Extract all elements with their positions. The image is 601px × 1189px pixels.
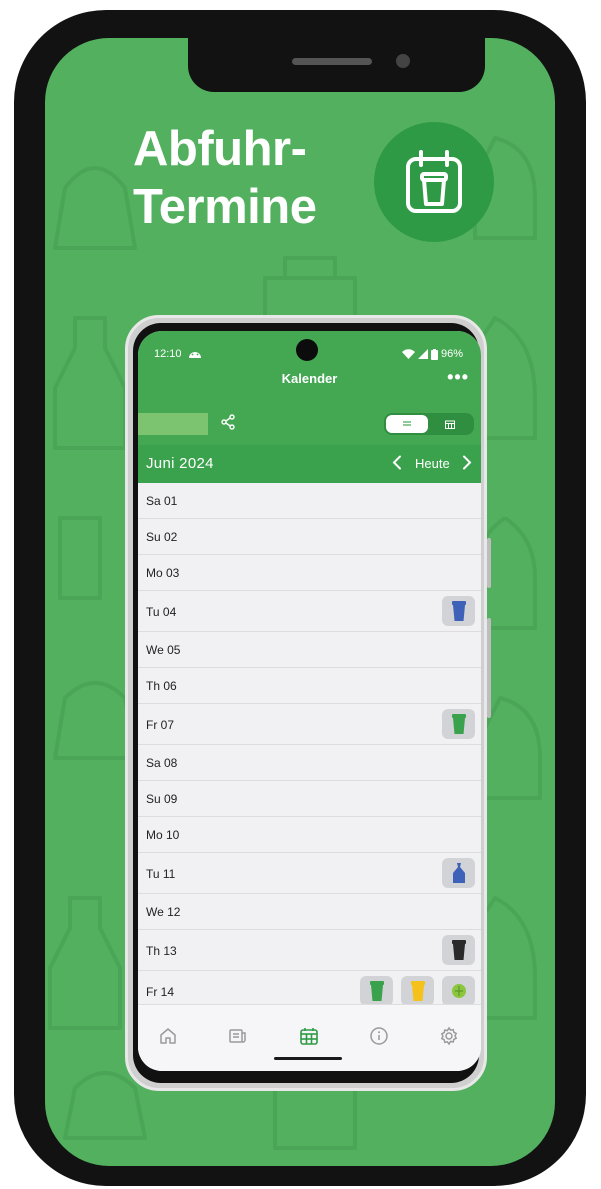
more-dots-icon[interactable]: ••• [447,367,469,388]
app-screen: 12:10 96% Kalender ••• Juni 2024 Heute S… [138,331,481,1071]
day-row[interactable]: Mo 03 [138,555,481,591]
day-label: Su 09 [146,792,178,806]
day-row[interactable]: We 05 [138,632,481,668]
month-navigation: Juni 2024 Heute [138,445,481,483]
black-bin-icon[interactable] [442,935,475,965]
device-frame: 12:10 96% Kalender ••• Juni 2024 Heute S… [125,315,491,1091]
day-label: Su 02 [146,530,178,544]
front-camera [396,54,410,68]
calendar-trash-icon [374,122,494,242]
headline-line-1: Abfuhr- [133,122,307,176]
month-label: Juni 2024 [146,455,214,472]
page-title: Kalender [281,371,338,386]
day-row[interactable]: Tu 04 [138,591,481,632]
promo-headline: Abfuhr- Termine [133,120,317,236]
day-label: We 05 [146,643,181,657]
day-label: Th 13 [146,943,177,958]
day-label: Tu 04 [146,604,177,619]
day-row[interactable]: We 12 [138,894,481,930]
wifi-icon [401,349,415,359]
day-row[interactable]: Fr 14 [138,971,481,1004]
pickup-icons [442,596,475,626]
organic-icon[interactable] [442,976,475,1004]
day-label: Fr 14 [146,984,175,999]
day-list[interactable]: Sa 01 Su 02 Mo 03 Tu 04 We 05 Th 06 Fr 07 Sa 08… [138,483,481,1004]
speaker-grille [292,58,372,65]
home-icon[interactable] [155,1023,181,1049]
news-icon[interactable] [225,1023,251,1049]
day-row[interactable]: Tu 11 [138,853,481,894]
day-row[interactable]: Th 13 [138,930,481,971]
settings-icon[interactable] [436,1023,462,1049]
day-label: Sa 01 [146,494,178,508]
bottom-navigation [138,1004,481,1071]
pickup-icons [442,935,475,965]
day-label: Sa 08 [146,756,178,770]
day-label: Tu 11 [146,866,176,881]
day-row[interactable]: Mo 10 [138,817,481,853]
status-icons: 96% [401,348,463,360]
day-label: Fr 07 [146,717,175,732]
battery-icon [430,348,438,360]
headline-line-2: Termine [133,180,317,234]
pickup-icons [442,858,475,888]
chevron-left-icon[interactable] [392,455,402,475]
calendar-icon[interactable] [296,1023,322,1049]
list-view-icon[interactable] [386,415,428,433]
pickup-icons [442,709,475,739]
punch-hole-camera [296,339,318,361]
power-button [487,618,491,718]
share-icon[interactable] [220,414,236,435]
day-row[interactable]: Sa 01 [138,483,481,519]
info-icon[interactable] [366,1023,392,1049]
view-toggle [384,413,474,435]
day-row[interactable]: Sa 08 [138,745,481,781]
yellow-bin-icon[interactable] [401,976,434,1004]
battery-percent: 96% [440,348,463,360]
day-label: We 12 [146,905,181,919]
volume-button [487,538,491,588]
signal-icon [417,349,428,359]
day-label: Th 06 [146,679,177,693]
app-header: 12:10 96% Kalender ••• [138,331,481,455]
day-row[interactable]: Fr 07 [138,704,481,745]
status-time: 12:10 [154,348,182,360]
day-label: Mo 10 [146,828,180,842]
green-bin-icon[interactable] [442,709,475,739]
calendar-view-icon[interactable] [430,415,470,433]
blue-bag-icon[interactable] [442,858,475,888]
gesture-bar [274,1057,342,1060]
day-row[interactable]: Th 06 [138,668,481,704]
day-label: Mo 03 [146,566,180,580]
today-button[interactable]: Heute [415,456,450,471]
android-icon [188,349,202,361]
header-toolbar [138,405,481,445]
green-bin-icon[interactable] [360,976,393,1004]
day-row[interactable]: Su 02 [138,519,481,555]
pickup-icons [360,976,475,1004]
blue-bin-icon[interactable] [442,596,475,626]
day-row[interactable]: Su 09 [138,781,481,817]
search-field[interactable] [138,413,208,435]
promo-notch [188,38,485,92]
chevron-right-icon[interactable] [462,455,472,475]
